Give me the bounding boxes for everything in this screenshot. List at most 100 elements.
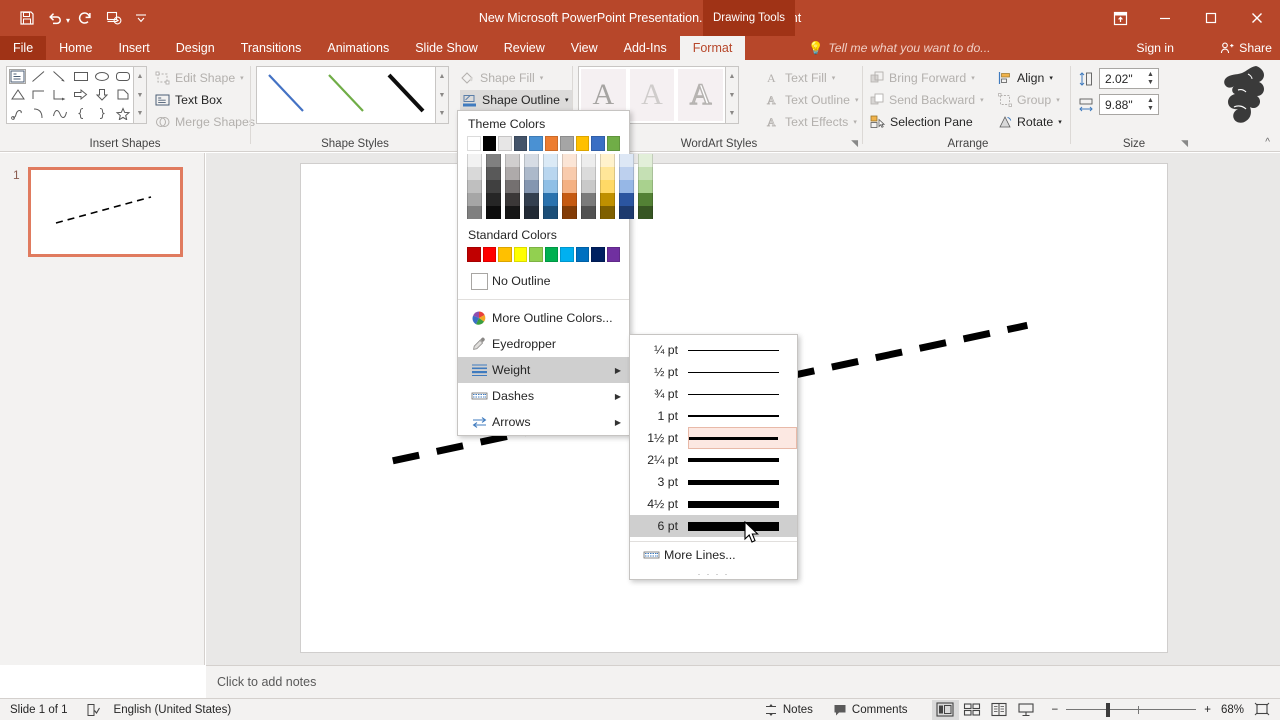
wordart-dialog-launcher-icon[interactable]: ◥ bbox=[851, 138, 858, 149]
sign-in-link[interactable]: Sign in bbox=[1136, 36, 1174, 60]
more-outline-colors-item[interactable]: More Outline Colors... bbox=[458, 305, 629, 331]
theme-color-variant-swatch[interactable] bbox=[638, 206, 653, 219]
shape-style-green[interactable] bbox=[317, 67, 377, 123]
theme-color-variant-swatch[interactable] bbox=[562, 193, 577, 206]
weight-option[interactable]: 1½ pt bbox=[630, 427, 797, 449]
fit-slide-to-window-icon[interactable] bbox=[1254, 702, 1270, 717]
theme-color-variant-swatch[interactable] bbox=[486, 167, 501, 180]
bring-forward-button[interactable]: Bring Forward ▾ bbox=[870, 68, 975, 88]
shape-rounded-rectangle-icon[interactable] bbox=[112, 67, 133, 86]
theme-color-variant-swatch[interactable] bbox=[600, 206, 615, 219]
theme-color-variant-swatch[interactable] bbox=[581, 193, 596, 206]
eyedropper-item[interactable]: Eyedropper bbox=[458, 331, 629, 357]
share-button[interactable]: Share bbox=[1220, 36, 1272, 60]
merge-shapes-button[interactable]: Merge Shapes ▾ bbox=[155, 112, 264, 132]
standard-color-swatch[interactable] bbox=[467, 247, 481, 262]
shape-style-black[interactable] bbox=[377, 67, 437, 123]
tab-transitions[interactable]: Transitions bbox=[228, 36, 315, 60]
theme-color-variant-swatch[interactable] bbox=[619, 180, 634, 193]
tab-animations[interactable]: Animations bbox=[314, 36, 402, 60]
standard-color-swatch[interactable] bbox=[498, 247, 512, 262]
theme-color-variant-swatch[interactable] bbox=[524, 206, 539, 219]
wordart-scroll-up-icon[interactable]: ▲ bbox=[726, 67, 738, 86]
theme-color-variant-swatch[interactable] bbox=[467, 180, 482, 193]
submenu-grip-icon[interactable]: . . . . bbox=[630, 568, 797, 579]
reading-view-icon[interactable] bbox=[986, 700, 1013, 720]
selection-pane-button[interactable]: Selection Pane bbox=[870, 112, 973, 132]
shape-down-arrow-icon[interactable] bbox=[91, 86, 112, 105]
gallery-more-icon[interactable]: ▼ bbox=[134, 104, 146, 123]
shape-height-stepper[interactable]: ▲ ▼ bbox=[1144, 69, 1157, 88]
arrows-menu-item[interactable]: Arrows ▶ bbox=[458, 409, 629, 435]
shape-triangle-icon[interactable] bbox=[7, 86, 28, 105]
collapse-ribbon-icon[interactable]: ^ bbox=[1265, 137, 1270, 148]
shape-outline-button[interactable]: Shape Outline ▾ bbox=[460, 90, 573, 110]
shape-arc-icon[interactable] bbox=[28, 104, 49, 123]
theme-color-variant-swatch[interactable] bbox=[467, 193, 482, 206]
standard-color-swatch[interactable] bbox=[513, 247, 527, 262]
tab-view[interactable]: View bbox=[558, 36, 611, 60]
shape-line-icon[interactable] bbox=[28, 67, 49, 86]
theme-color-variant-swatch[interactable] bbox=[486, 154, 501, 167]
minimize-icon[interactable] bbox=[1142, 0, 1188, 36]
theme-color-variant-swatch[interactable] bbox=[600, 180, 615, 193]
theme-color-swatch[interactable] bbox=[498, 136, 512, 151]
shape-elbow-arrow-icon[interactable] bbox=[49, 86, 70, 105]
theme-color-variant-swatch[interactable] bbox=[524, 154, 539, 167]
weight-option[interactable]: 1 pt bbox=[630, 405, 797, 427]
styles-more-icon[interactable]: ▼ bbox=[436, 104, 448, 123]
theme-color-variant-swatch[interactable] bbox=[581, 206, 596, 219]
close-icon[interactable] bbox=[1234, 0, 1280, 36]
shape-curve-icon[interactable] bbox=[49, 104, 70, 123]
theme-color-swatch[interactable] bbox=[529, 136, 543, 151]
shape-oval-icon[interactable] bbox=[91, 67, 112, 86]
weight-option[interactable]: 2¼ pt bbox=[630, 449, 797, 471]
theme-color-variant-swatch[interactable] bbox=[600, 154, 615, 167]
shape-textbox-icon[interactable] bbox=[7, 67, 28, 86]
zoom-level[interactable]: 68% bbox=[1221, 704, 1244, 716]
theme-color-variant-swatch[interactable] bbox=[543, 154, 558, 167]
tab-add-ins[interactable]: Add-Ins bbox=[611, 36, 680, 60]
theme-color-variant-swatch[interactable] bbox=[486, 180, 501, 193]
theme-color-variant-swatch[interactable] bbox=[619, 167, 634, 180]
wordart-gallery-scroll[interactable]: ▲ ▼ ▼ bbox=[726, 66, 739, 124]
shape-left-brace-icon[interactable] bbox=[70, 104, 91, 123]
theme-color-variant-swatch[interactable] bbox=[467, 206, 482, 219]
shape-flowchart-icon[interactable] bbox=[112, 86, 133, 105]
zoom-slider[interactable] bbox=[1066, 702, 1197, 717]
shape-line-arrow-icon[interactable] bbox=[49, 67, 70, 86]
theme-color-variant-swatch[interactable] bbox=[505, 154, 520, 167]
theme-color-variant-swatch[interactable] bbox=[543, 206, 558, 219]
theme-color-variant-swatch[interactable] bbox=[600, 193, 615, 206]
shape-width-stepper[interactable]: ▲ ▼ bbox=[1144, 95, 1157, 114]
shape-star-icon[interactable] bbox=[112, 104, 133, 123]
comments-button[interactable]: Comments bbox=[833, 703, 908, 717]
weight-option[interactable]: ½ pt bbox=[630, 361, 797, 383]
theme-color-variant-swatch[interactable] bbox=[486, 193, 501, 206]
theme-color-variant-swatch[interactable] bbox=[638, 180, 653, 193]
theme-color-variant-swatch[interactable] bbox=[524, 167, 539, 180]
restore-icon[interactable] bbox=[1188, 0, 1234, 36]
shape-width-input[interactable]: 9.88" ▲ ▼ bbox=[1099, 94, 1159, 115]
theme-color-variant-swatch[interactable] bbox=[562, 167, 577, 180]
slideshow-view-icon[interactable] bbox=[1013, 700, 1040, 720]
theme-color-swatch[interactable] bbox=[544, 136, 558, 151]
size-dialog-launcher-icon[interactable]: ◥ bbox=[1181, 138, 1188, 149]
theme-color-swatch[interactable] bbox=[513, 136, 527, 151]
shape-elbow-connector-icon[interactable] bbox=[28, 86, 49, 105]
standard-color-swatch[interactable] bbox=[544, 247, 558, 262]
send-backward-button[interactable]: Send Backward ▾ bbox=[870, 90, 984, 110]
shape-height-input[interactable]: 2.02" ▲ ▼ bbox=[1099, 68, 1159, 89]
tab-format[interactable]: Format bbox=[679, 36, 746, 60]
weight-option[interactable]: 6 pt bbox=[630, 515, 797, 537]
text-effects-button[interactable]: A Text Effects ▾ bbox=[766, 112, 857, 132]
zoom-in-button[interactable]: + bbox=[1204, 704, 1211, 716]
theme-color-swatch[interactable] bbox=[560, 136, 574, 151]
group-button[interactable]: Group ▾ bbox=[998, 90, 1060, 110]
tab-slide-show[interactable]: Slide Show bbox=[402, 36, 491, 60]
theme-color-variant-swatch[interactable] bbox=[562, 206, 577, 219]
text-fill-button[interactable]: A Text Fill ▾ bbox=[766, 68, 835, 88]
weight-menu-item[interactable]: Weight ▶ bbox=[458, 357, 629, 383]
theme-color-swatch[interactable] bbox=[606, 136, 620, 151]
zoom-handle[interactable] bbox=[1106, 702, 1111, 717]
